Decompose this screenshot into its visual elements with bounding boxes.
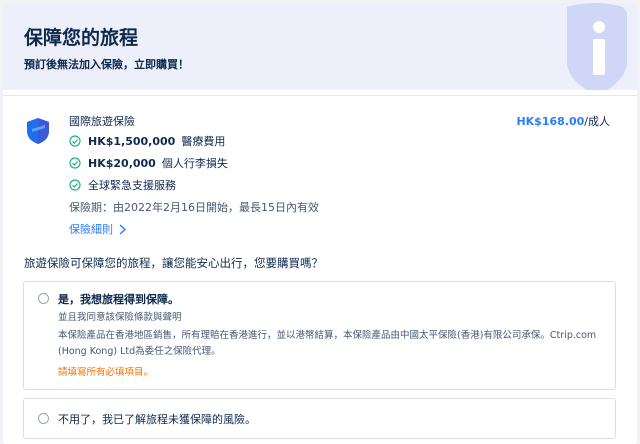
plan-name: 國際旅遊保險 bbox=[69, 115, 135, 128]
radio-no[interactable] bbox=[38, 413, 49, 424]
benefit-item: 全球緊急支援服務 bbox=[69, 177, 176, 193]
radio-yes[interactable] bbox=[38, 293, 49, 304]
check-circle-icon bbox=[69, 135, 81, 147]
check-circle-icon bbox=[69, 157, 81, 169]
benefit-item: HK$1,500,000 醫療費用 bbox=[69, 133, 225, 149]
policy-details-link[interactable]: 保險細則 bbox=[69, 221, 126, 237]
option-no-title: 不用了，我已了解旅程未獲保障的風險。 bbox=[58, 413, 256, 426]
benefit-label: 個人行李損失 bbox=[161, 157, 228, 170]
coverage-period: 保險期：由2022年2月16日開始，最長15日內有效 bbox=[69, 201, 319, 214]
chevron-right-icon bbox=[119, 223, 126, 235]
plan-price-amount: HK$168.00 bbox=[516, 115, 585, 128]
insurance-card: 保障您的旅程 預訂後無法加入保險，立即購買！ 國際旅遊保險 HK$168.00/… bbox=[3, 3, 637, 444]
option-yes[interactable]: 是，我想旅程得到保障。 並且我同意該保險條款與聲明 本保險產品在香港地區銷售，所… bbox=[23, 281, 616, 390]
header-subtitle: 預訂後無法加入保險，立即購買！ bbox=[24, 58, 189, 71]
option-yes-agreement: 並且我同意該保險條款與聲明 bbox=[58, 312, 182, 323]
benefit-label: 全球緊急支援服務 bbox=[88, 179, 176, 192]
plan-price-unit: /成人 bbox=[584, 115, 610, 128]
purchase-question: 旅遊保險可保障您的旅程，讓您能安心出行，您要購買嗎？ bbox=[24, 256, 323, 270]
benefit-amount: HK$20,000 bbox=[88, 156, 156, 170]
info-shield-icon bbox=[567, 3, 627, 90]
option-yes-disclaimer: 本保險產品在香港地區銷售，所有理賠在香港進行，並以港幣結算，本保險產品由中國太平… bbox=[58, 330, 597, 357]
benefit-label: 醫療費用 bbox=[181, 135, 226, 148]
policy-details-label: 保險細則 bbox=[69, 223, 113, 236]
header-title: 保障您的旅程 bbox=[24, 27, 139, 49]
option-no[interactable]: 不用了，我已了解旅程未獲保障的風險。 bbox=[23, 398, 616, 439]
plan-price: HK$168.00/成人 bbox=[516, 113, 610, 129]
benefit-item: HK$20,000 個人行李損失 bbox=[69, 155, 228, 171]
benefit-amount: HK$1,500,000 bbox=[88, 134, 176, 148]
insurance-header: 保障您的旅程 預訂後無法加入保險，立即購買！ bbox=[3, 3, 637, 90]
shield-icon bbox=[27, 118, 49, 144]
option-yes-title: 是，我想旅程得到保障。 bbox=[58, 293, 179, 306]
required-warning: 請填寫所有必填項目。 bbox=[58, 367, 154, 378]
header-divider bbox=[3, 95, 637, 96]
check-circle-icon bbox=[69, 179, 81, 191]
